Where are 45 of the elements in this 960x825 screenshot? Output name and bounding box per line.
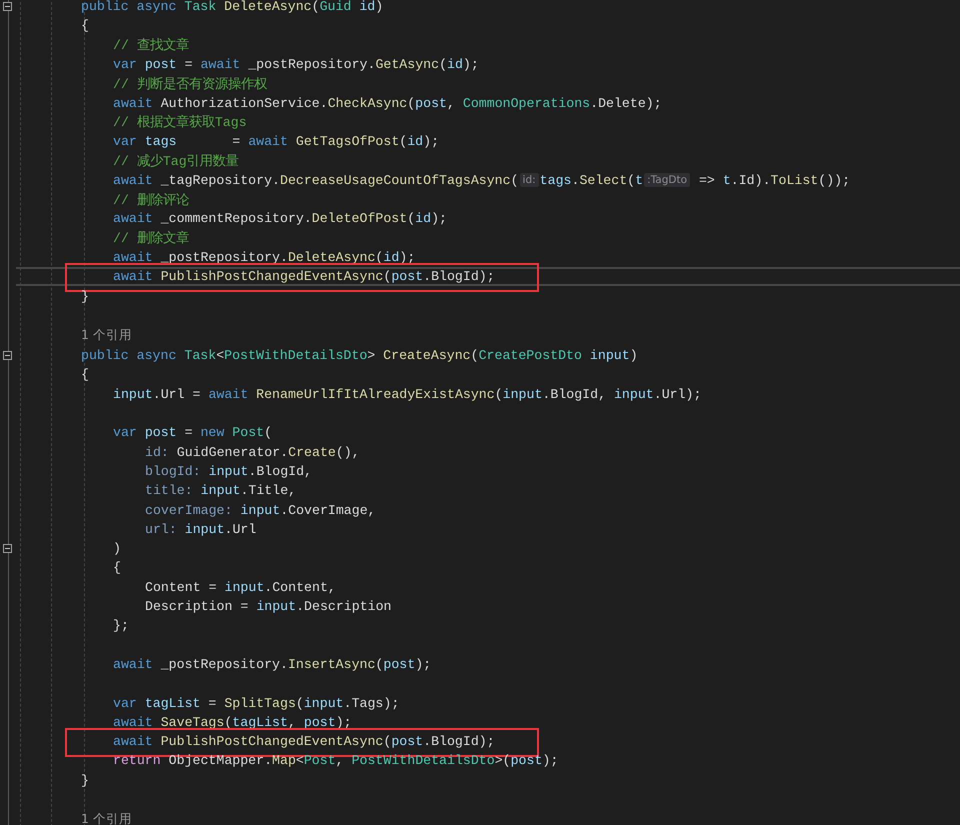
code-line: id: GuidGenerator.Create(), (145, 444, 360, 460)
code-line: }; (113, 618, 129, 634)
collapse-icon[interactable] (3, 350, 12, 360)
code-line: Content = input.Content, (145, 580, 336, 595)
code-line: await _postRepository.InsertAsync(post); (113, 656, 432, 672)
code-line: await PublishPostChangedEventAsync(post.BlogId); (113, 734, 495, 750)
code-line: } (81, 288, 89, 304)
code-line: await PublishPostChangedEventAsync(post.BlogId); (113, 269, 495, 284)
code-line: // 判断是否有资源操作权 (113, 76, 267, 93)
code-line: { (113, 560, 121, 576)
reference-count-link[interactable]: 1 个引用 (81, 327, 132, 344)
collapse-icon[interactable] (3, 2, 12, 11)
code-line: await _postRepository.DeleteAsync(id); (113, 250, 416, 265)
code-line: // 查找文章 (113, 36, 189, 54)
inlay-hint: id: (520, 173, 539, 188)
code-line: } (81, 772, 89, 788)
code-line: ) (113, 541, 121, 556)
code-line: await _commentRepository.DeleteOfPost(id); (113, 211, 447, 226)
code-line: public async Task DeleteAsync(Guid id) (81, 0, 384, 14)
code-line: input.Url = await RenameUrlIfItAlreadyExistAsync(input.BlogId, input.Url); (113, 386, 702, 402)
code-line: // 根据文章获取Tags (113, 114, 247, 132)
code-line: var tagList = SplitTags(input.Tags); (113, 696, 400, 711)
code-line: Description = input.Description (145, 599, 392, 614)
code-line: await SaveTags(tagList, post); (113, 714, 352, 730)
code-line: // 减少Tag引用数量 (113, 153, 239, 170)
code-line: { (81, 367, 89, 382)
reference-count-link[interactable]: 1 个引用 (81, 811, 132, 825)
code-line: public async Task<PostWithDetailsDto> CreateAsync(CreatePostDto input) (81, 348, 638, 364)
code-line: await AuthorizationService.CheckAsync(post, CommonOperations.Delete); (113, 96, 662, 111)
code-line: var post = new Post( (113, 425, 272, 440)
code-line: title: input.Title, (145, 483, 296, 498)
code-line: tags.Select(t (540, 172, 644, 188)
code-line: { (81, 18, 89, 34)
collapse-icon[interactable] (3, 544, 12, 553)
code-line: var tags = await GetTagsOfPost(id); (113, 134, 440, 150)
code-line: url: input.Url (145, 522, 256, 537)
code-line: // 删除文章 (113, 230, 189, 248)
code-line: var post = await _postRepository.GetAsync(id); (113, 57, 479, 72)
code-line: => t.Id).ToList()); (698, 172, 850, 188)
code-line: await _tagRepository.DecreaseUsageCountOfTagsAsync( (113, 172, 519, 188)
code-line: blogId: input.BlogId, (145, 464, 312, 479)
code-line: // 删除评论 (113, 192, 189, 209)
inlay-hint: :TagDto (644, 173, 690, 188)
code-line: coverImage: input.CoverImage, (145, 502, 376, 518)
code-line: return ObjectMapper.Map<Post, PostWithDetailsDto>(post); (113, 753, 558, 768)
